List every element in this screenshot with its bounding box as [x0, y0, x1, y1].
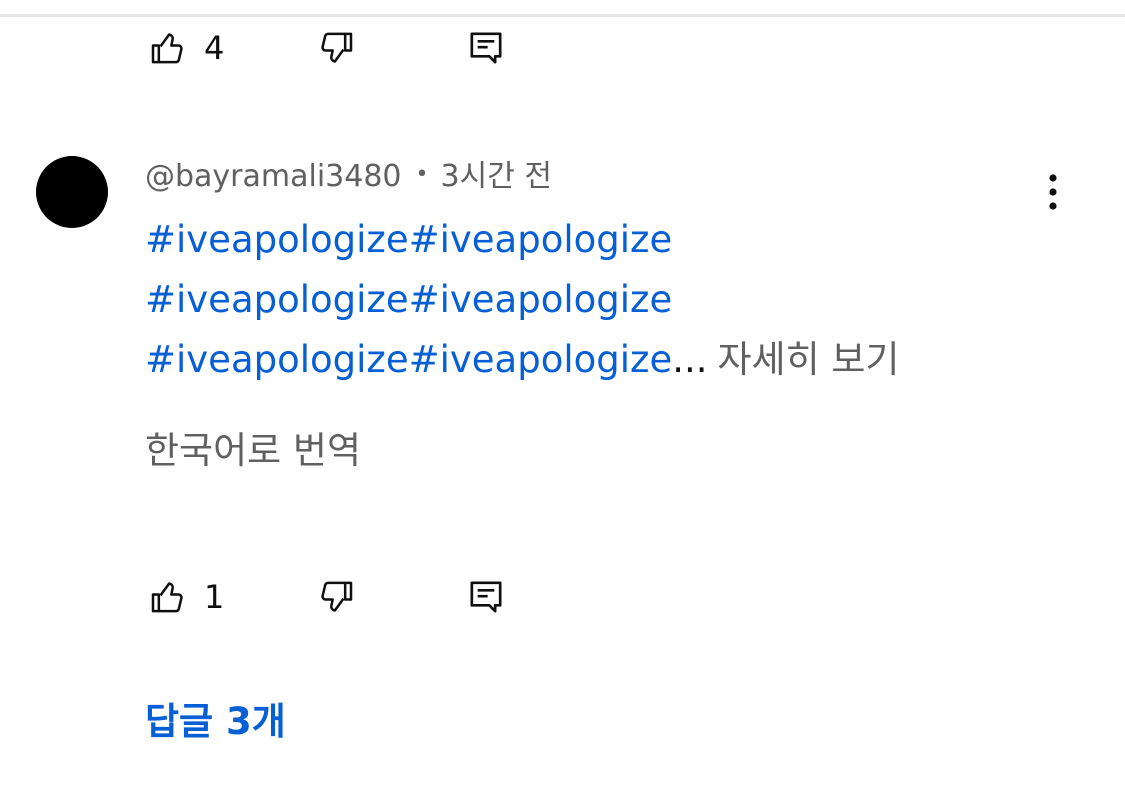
- reply-button[interactable]: [464, 575, 508, 619]
- hashtag-link[interactable]: #iveapologize: [145, 278, 409, 321]
- thumbs-down-icon: [321, 581, 353, 612]
- like-button[interactable]: [146, 575, 190, 619]
- comment-icon: [470, 32, 502, 64]
- reply-button[interactable]: [464, 26, 508, 70]
- like-button[interactable]: [146, 26, 190, 70]
- like-count: 1: [204, 578, 225, 616]
- hashtag-link[interactable]: #iveapologize: [409, 218, 673, 261]
- hashtag-link[interactable]: #iveapologize: [145, 218, 409, 261]
- comment-line: #iveapologize#iveapologize: [145, 270, 1025, 330]
- avatar[interactable]: [36, 156, 108, 228]
- hashtag-link[interactable]: #iveapologize: [409, 338, 673, 381]
- more-vertical-icon: [1049, 174, 1057, 210]
- comment-header: @bayramali3480 • 3시간 전: [145, 155, 552, 200]
- comment-text: #iveapologize#iveapologize #iveapologize…: [145, 210, 1025, 390]
- comment-time: 3시간 전: [440, 159, 552, 194]
- truncation-ellipsis: ...: [672, 338, 708, 381]
- comment-icon: [470, 581, 502, 613]
- view-replies-link[interactable]: 답글 3개: [145, 698, 286, 746]
- top-divider: [0, 14, 1125, 17]
- comment-line: #iveapologize#iveapologize: [145, 210, 1025, 270]
- thumbs-up-icon: [151, 33, 183, 64]
- read-more-link[interactable]: 자세히 보기: [718, 338, 900, 381]
- author-handle[interactable]: @bayramali3480: [145, 159, 402, 194]
- comment-action-bar: 1: [146, 575, 566, 619]
- translate-link[interactable]: 한국어로 번역: [145, 428, 361, 474]
- thumbs-down-icon: [321, 32, 353, 63]
- comment-line: #iveapologize#iveapologize... 자세히 보기: [145, 330, 1025, 390]
- meta-separator: •: [415, 161, 429, 187]
- more-options-button[interactable]: [1031, 170, 1075, 214]
- previous-comment-action-bar: 4: [146, 26, 566, 70]
- hashtag-link[interactable]: #iveapologize: [145, 338, 409, 381]
- hashtag-link[interactable]: #iveapologize: [409, 278, 673, 321]
- like-count: 4: [204, 29, 225, 67]
- thumbs-up-icon: [151, 582, 183, 613]
- dislike-button[interactable]: [314, 26, 358, 70]
- dislike-button[interactable]: [314, 575, 358, 619]
